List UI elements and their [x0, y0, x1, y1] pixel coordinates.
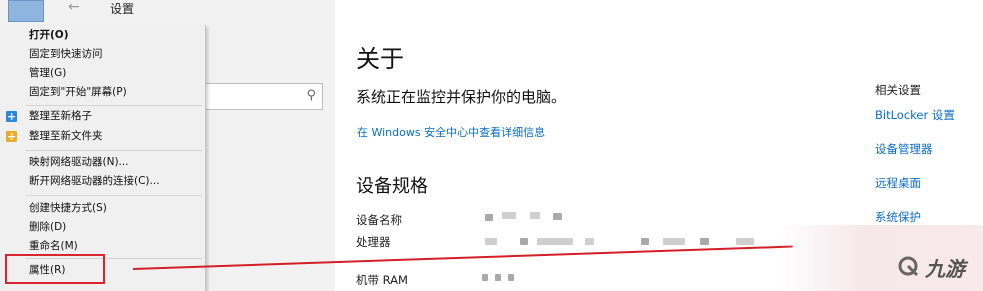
protection-status: 系统正在监控并保护你的电脑。	[356, 88, 567, 106]
menu-item-label: 整理至新格子	[29, 110, 92, 122]
menu-item-label: 管理(G)	[29, 67, 67, 79]
this-pc-icon[interactable]	[8, 0, 44, 22]
menu-item-manage[interactable]: 管理(G)	[0, 64, 205, 83]
menu-item-new-folder[interactable]: 整理至新文件夹	[0, 127, 205, 146]
search-box[interactable]: ⚲	[205, 83, 323, 110]
page-title: 关于	[356, 45, 404, 73]
device-manager-link[interactable]: 设备管理器	[875, 141, 933, 157]
menu-separator	[26, 195, 202, 196]
menu-item-delete[interactable]: 删除(D)	[0, 218, 205, 237]
search-input[interactable]	[210, 84, 309, 108]
ram-label: 机带 RAM	[356, 273, 408, 287]
security-center-link[interactable]: 在 Windows 安全中心中查看详细信息	[357, 124, 545, 140]
menu-item-label: 固定到快速访问	[29, 48, 103, 60]
menu-item-label: 固定到"开始"屏幕(P)	[29, 86, 127, 98]
menu-item-label: 映射网络驱动器(N)...	[29, 156, 129, 168]
add-folder-icon	[6, 127, 17, 146]
menu-item-label: 创建快捷方式(S)	[29, 202, 107, 214]
menu-item-pin-start[interactable]: 固定到"开始"屏幕(P)	[0, 83, 205, 102]
menu-item-pin-quick-access[interactable]: 固定到快速访问	[0, 45, 205, 64]
menu-item-map-drive[interactable]: 映射网络驱动器(N)...	[0, 153, 205, 172]
menu-item-label: 重命名(M)	[29, 240, 78, 252]
menu-separator	[26, 150, 202, 151]
device-specs-heading: 设备规格	[356, 176, 428, 197]
watermark-logo-icon	[898, 256, 919, 277]
menu-item-create-shortcut[interactable]: 创建快捷方式(S)	[0, 199, 205, 218]
device-name-label: 设备名称	[356, 213, 402, 227]
menu-item-label: 打开(O)	[29, 29, 69, 41]
properties-highlight-box	[5, 254, 105, 284]
back-arrow-icon[interactable]: ←	[68, 0, 80, 15]
processor-label: 处理器	[356, 235, 391, 249]
menu-item-new-grid[interactable]: 整理至新格子	[0, 107, 205, 126]
settings-title: 设置	[110, 2, 135, 16]
add-grid-icon	[6, 107, 17, 126]
menu-item-disconnect-drive[interactable]: 断开网络驱动器的连接(C)...	[0, 172, 205, 191]
menu-separator	[26, 105, 202, 106]
system-protection-link[interactable]: 系统保护	[875, 209, 921, 225]
menu-item-label: 断开网络驱动器的连接(C)...	[29, 175, 160, 187]
menu-item-label: 整理至新文件夹	[29, 130, 103, 142]
menu-item-label: 删除(D)	[29, 221, 67, 233]
menu-item-open[interactable]: 打开(O)	[0, 26, 205, 45]
related-settings-title: 相关设置	[875, 83, 921, 97]
watermark-text: 九游	[925, 257, 965, 281]
context-menu: 打开(O) 固定到快速访问 管理(G) 固定到"开始"屏幕(P) 整理至新格子 …	[0, 25, 206, 291]
remote-desktop-link[interactable]: 远程桌面	[875, 175, 921, 191]
bitlocker-link[interactable]: BitLocker 设置	[875, 107, 955, 123]
search-icon[interactable]: ⚲	[306, 88, 316, 103]
